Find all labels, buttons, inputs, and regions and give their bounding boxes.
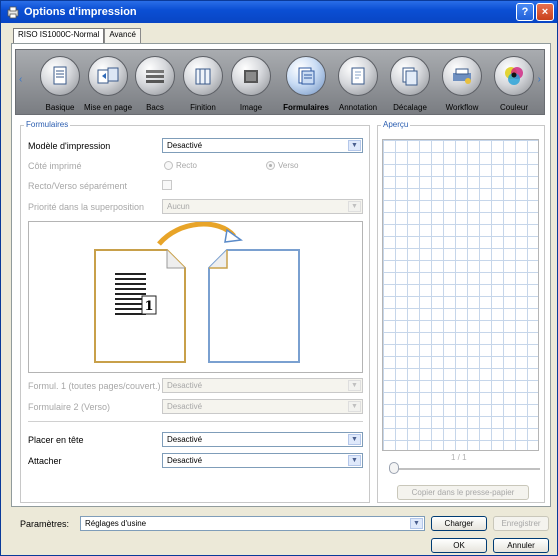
formul2-value: Desactivé bbox=[167, 402, 203, 411]
annuler-button[interactable]: Annuler bbox=[493, 538, 549, 553]
radio-unchecked-icon bbox=[164, 161, 173, 170]
annotation-icon bbox=[338, 56, 378, 96]
tab-avance[interactable]: Avancé bbox=[104, 28, 141, 43]
category-workflow[interactable]: Workflow bbox=[434, 56, 490, 112]
priorite-label: Priorité dans la superposition bbox=[28, 202, 145, 212]
color-icon bbox=[494, 56, 534, 96]
parametres-select[interactable]: Réglages d'usine ▼ bbox=[80, 516, 425, 531]
verso-radio-label: Verso bbox=[278, 161, 299, 170]
tab-riso-normal[interactable]: RISO IS1000C-Normal bbox=[13, 28, 105, 43]
print-options-dialog: Options d'impression ? × RISO IS1000C-No… bbox=[0, 0, 558, 556]
modele-impression-select[interactable]: Desactivé ▼ bbox=[162, 138, 363, 153]
radio-checked-icon bbox=[266, 161, 275, 170]
category-decalage[interactable]: Décalage bbox=[382, 56, 438, 112]
parametres-label: Paramètres: bbox=[20, 519, 70, 529]
formul1-label: Formul. 1 (toutes pages/couvert.) bbox=[28, 381, 161, 391]
formul2-label: Formulaire 2 (Verso) bbox=[28, 402, 111, 412]
forms-icon bbox=[286, 56, 326, 96]
document-icon bbox=[40, 56, 80, 96]
apercu-section-title: Aperçu bbox=[381, 120, 411, 129]
formul2-select[interactable]: Desactivé ▼ bbox=[162, 399, 363, 414]
window-title: Options d'impression bbox=[24, 6, 137, 18]
image-icon bbox=[231, 56, 271, 96]
chevron-down-icon: ▼ bbox=[410, 518, 423, 529]
chevron-down-icon: ▼ bbox=[348, 434, 361, 445]
category-toolbar: ‹ › Basique Mise en page Bacs Finition I… bbox=[15, 49, 545, 115]
formulaires-section-title: Formulaires bbox=[24, 120, 71, 129]
attacher-select[interactable]: Desactivé ▼ bbox=[162, 453, 363, 468]
category-annotation[interactable]: Annotation bbox=[330, 56, 386, 112]
modele-impression-label: Modèle d'impression bbox=[28, 141, 111, 151]
cote-imprime-label: Côté imprimé bbox=[28, 161, 82, 171]
diagram-page-number: 1 bbox=[144, 299, 153, 314]
form-overlay-diagram: 1 bbox=[28, 221, 363, 373]
parametres-value: Réglages d'usine bbox=[85, 519, 147, 528]
formul1-value: Desactivé bbox=[167, 381, 203, 390]
offset-icon bbox=[390, 56, 430, 96]
chevron-down-icon: ▼ bbox=[348, 380, 361, 391]
category-formulaires[interactable]: Formulaires bbox=[278, 56, 334, 112]
preview-slider-track[interactable] bbox=[394, 468, 540, 470]
verso-radio[interactable]: Verso bbox=[266, 161, 298, 170]
recto-verso-label: Recto/Verso séparément bbox=[28, 181, 128, 191]
page-indicator: 1 / 1 bbox=[451, 453, 467, 462]
finishing-icon bbox=[183, 56, 223, 96]
printer-icon bbox=[7, 6, 19, 19]
attacher-value: Desactivé bbox=[167, 456, 203, 465]
category-couleur[interactable]: Couleur bbox=[486, 56, 542, 112]
paper-trays-icon bbox=[135, 56, 175, 96]
divider bbox=[28, 421, 363, 422]
attacher-label: Attacher bbox=[28, 456, 62, 466]
modele-impression-value: Desactivé bbox=[167, 141, 203, 150]
recto-radio[interactable]: Recto bbox=[164, 161, 197, 170]
scroll-left-icon[interactable]: ‹ bbox=[19, 74, 22, 85]
chevron-down-icon: ▼ bbox=[348, 201, 361, 212]
help-button[interactable]: ? bbox=[516, 3, 534, 21]
workflow-icon bbox=[442, 56, 482, 96]
copy-clipboard-button[interactable]: Copier dans le presse-papier bbox=[397, 485, 529, 500]
preview-grid bbox=[382, 139, 539, 451]
charger-button[interactable]: Charger bbox=[431, 516, 487, 531]
chevron-down-icon: ▼ bbox=[348, 140, 361, 151]
recto-verso-checkbox[interactable] bbox=[162, 180, 172, 190]
priorite-select[interactable]: Aucun ▼ bbox=[162, 199, 363, 214]
printer-tabs: RISO IS1000C-Normal Avancé bbox=[13, 28, 141, 43]
form-overlay-illustration: 1 bbox=[94, 221, 300, 363]
placer-en-tete-label: Placer en tête bbox=[28, 435, 84, 445]
formul1-select[interactable]: Desactivé ▼ bbox=[162, 378, 363, 393]
chevron-down-icon: ▼ bbox=[348, 455, 361, 466]
preview-slider-thumb[interactable] bbox=[389, 462, 399, 474]
placer-en-tete-value: Desactivé bbox=[167, 435, 203, 444]
category-couleur-label: Couleur bbox=[499, 103, 528, 112]
close-button[interactable]: × bbox=[536, 3, 554, 21]
layout-icon bbox=[88, 56, 128, 96]
chevron-down-icon: ▼ bbox=[348, 401, 361, 412]
enregistrer-button[interactable]: Enregistrer bbox=[493, 516, 549, 531]
title-bar[interactable]: Options d'impression ? × bbox=[1, 1, 557, 23]
recto-radio-label: Recto bbox=[176, 161, 197, 170]
placer-en-tete-select[interactable]: Desactivé ▼ bbox=[162, 432, 363, 447]
ok-button[interactable]: OK bbox=[431, 538, 487, 553]
category-image[interactable]: Image bbox=[223, 56, 279, 112]
priorite-value: Aucun bbox=[167, 202, 190, 211]
